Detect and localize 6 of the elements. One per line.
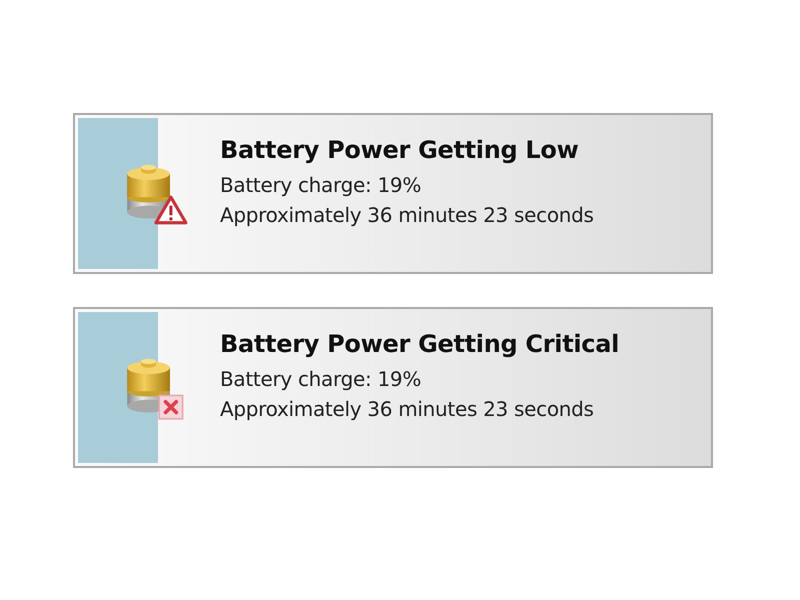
notification-title: Battery Power Getting Low <box>220 136 580 164</box>
notification-text: Approximately 36 minutes 23 seconds <box>220 396 595 423</box>
notification-text: Approximately 36 minutes 23 seconds <box>220 202 594 229</box>
notification-text: Battery charge: 19% <box>220 172 422 199</box>
notification-title: Battery Power Getting Critical <box>220 330 620 358</box>
notification-text: Battery charge: 19% <box>220 366 422 393</box>
